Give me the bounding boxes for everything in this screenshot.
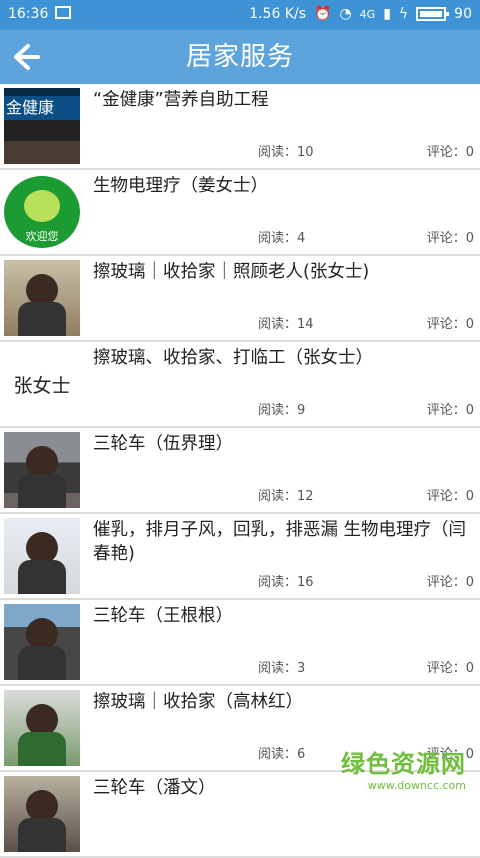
list-item[interactable]: 催乳，排月子风，回乳，排恶漏 生物电理疗（闫春艳) 阅读：16 评论：0 xyxy=(0,514,480,600)
item-reads: 阅读：9 xyxy=(258,403,306,418)
person-photo xyxy=(4,776,80,852)
battery-icon xyxy=(416,7,450,21)
item-title: 擦玻璃、收拾家、打临工（张女士） xyxy=(93,348,373,368)
status-time: 16:36 xyxy=(8,6,49,22)
item-comments: 评论：0 xyxy=(426,317,474,332)
item-reads: 阅读：10 xyxy=(258,145,314,160)
wifi-icon: ◔ xyxy=(339,6,352,22)
list-item[interactable]: 张女士 擦玻璃、收拾家、打临工（张女士） 阅读：9 评论：0 xyxy=(0,342,480,428)
item-title: 三轮车（王根根） xyxy=(93,606,233,626)
watermark-url: www.downcc.com xyxy=(367,779,466,792)
item-reads: 阅读：6 xyxy=(258,747,306,762)
app-header: 居家服务 xyxy=(0,30,480,84)
watermark-name: 绿色资源网 xyxy=(341,750,466,778)
item-comments: 评论：0 xyxy=(426,231,474,246)
network-type: 4G xyxy=(359,7,376,21)
item-title: 生物电理疗（姜女士） xyxy=(93,176,268,196)
item-comments: 评论：0 xyxy=(426,575,474,590)
item-reads: 阅读：12 xyxy=(258,489,314,504)
list-item[interactable]: 擦玻璃｜收拾家｜照顾老人(张女士) 阅读：14 评论：0 xyxy=(0,256,480,342)
circular-logo: 欢迎您 xyxy=(4,174,80,250)
back-button[interactable] xyxy=(8,40,44,74)
item-reads: 阅读：3 xyxy=(258,661,306,676)
status-bar: 16:36 1.56 K/s ⏰ ◔ 4G ▮ ϟ 90 xyxy=(0,0,480,30)
service-list: 金健康 “金健康”营养自助工程 阅读：10 评论：0 欢迎您 生物电理疗（姜女士… xyxy=(0,84,480,858)
list-item[interactable]: 金健康 “金健康”营养自助工程 阅读：10 评论：0 xyxy=(0,84,480,170)
status-right: 1.56 K/s ⏰ ◔ 4G ▮ ϟ 90 xyxy=(249,6,472,22)
item-title: 擦玻璃｜收拾家（高林红） xyxy=(93,692,303,712)
battery-level: 90 xyxy=(454,6,472,22)
page-title: 居家服务 xyxy=(185,42,294,72)
item-title: 催乳，排月子风，回乳，排恶漏 生物电理疗（闫春艳) xyxy=(93,520,467,564)
item-reads: 阅读：16 xyxy=(258,575,314,590)
item-title: 擦玻璃｜收拾家｜照顾老人(张女士) xyxy=(93,262,370,282)
list-item[interactable]: 欢迎您 生物电理疗（姜女士） 阅读：4 评论：0 xyxy=(0,170,480,256)
item-comments: 评论：0 xyxy=(426,145,474,160)
item-title: 三轮车（伍界理） xyxy=(93,434,233,454)
alarm-icon: ⏰ xyxy=(314,6,332,22)
storefront-photo: 金健康 xyxy=(4,88,80,164)
item-reads: 阅读：4 xyxy=(258,231,306,246)
list-item[interactable]: 三轮车（王根根） 阅读：3 评论：0 xyxy=(0,600,480,686)
message-icon xyxy=(55,6,71,19)
charging-icon: ϟ xyxy=(398,6,409,22)
signal-icon: ▮ xyxy=(383,6,391,22)
text-thumbnail: 张女士 xyxy=(4,346,80,422)
watermark: 绿色资源网 www.downcc.com xyxy=(341,744,466,792)
item-reads: 阅读：14 xyxy=(258,317,314,332)
person-photo xyxy=(4,604,80,680)
network-speed: 1.56 K/s xyxy=(249,6,307,22)
person-photo xyxy=(4,260,80,336)
person-photo xyxy=(4,690,80,766)
list-item[interactable]: 三轮车（伍界理） 阅读：12 评论：0 xyxy=(0,428,480,514)
item-comments: 评论：0 xyxy=(426,489,474,504)
person-photo xyxy=(4,432,80,508)
item-title: “金健康”营养自助工程 xyxy=(93,90,269,110)
arrow-left-icon xyxy=(14,44,40,70)
item-comments: 评论：0 xyxy=(426,661,474,676)
item-comments: 评论：0 xyxy=(426,403,474,418)
person-photo xyxy=(4,518,80,594)
